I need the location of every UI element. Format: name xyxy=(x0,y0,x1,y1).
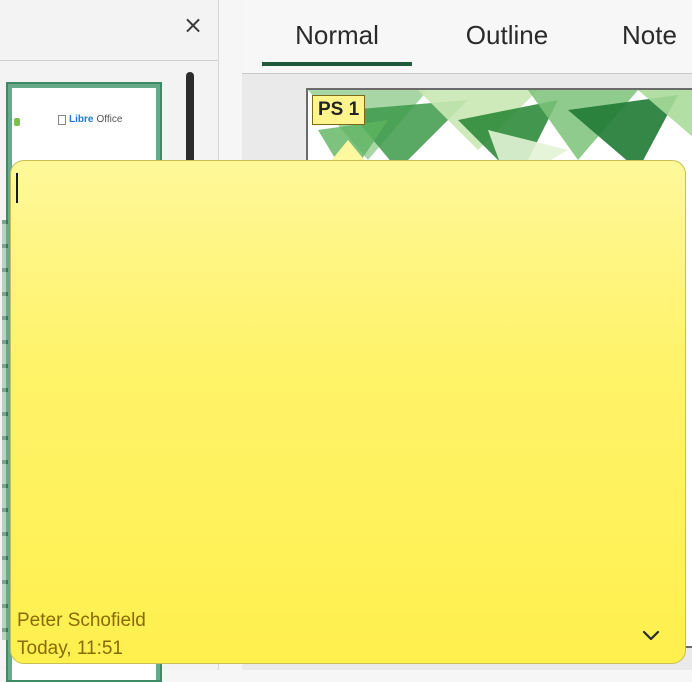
chevron-down-icon xyxy=(642,630,660,641)
comment-pointer xyxy=(330,140,366,162)
comment-note[interactable]: Peter Schofield Today, 11:51 xyxy=(10,160,686,664)
comment-author: Peter Schofield xyxy=(17,610,146,631)
leaf-icon xyxy=(14,118,20,126)
logo-text-bold: Libre xyxy=(69,114,94,125)
document-icon xyxy=(58,114,66,125)
logo-text-rest: Office xyxy=(96,114,123,125)
tab-outline[interactable]: Outline xyxy=(432,14,582,60)
comment-menu-button[interactable] xyxy=(639,625,663,645)
thumbnail-edge xyxy=(2,220,8,640)
close-pane-button[interactable]: × xyxy=(180,12,206,38)
view-tab-bar: Normal Outline Note xyxy=(242,0,692,74)
comment-anchor-label[interactable]: PS 1 xyxy=(312,95,366,125)
comment-timestamp: Today, 11:51 xyxy=(17,638,123,659)
pane-divider xyxy=(0,60,218,61)
text-caret xyxy=(16,173,18,203)
comment-body[interactable] xyxy=(21,173,675,573)
tab-normal[interactable]: Normal xyxy=(262,14,412,66)
tab-notes[interactable]: Note xyxy=(622,14,692,60)
libreoffice-logo: Libre Office xyxy=(58,114,122,125)
